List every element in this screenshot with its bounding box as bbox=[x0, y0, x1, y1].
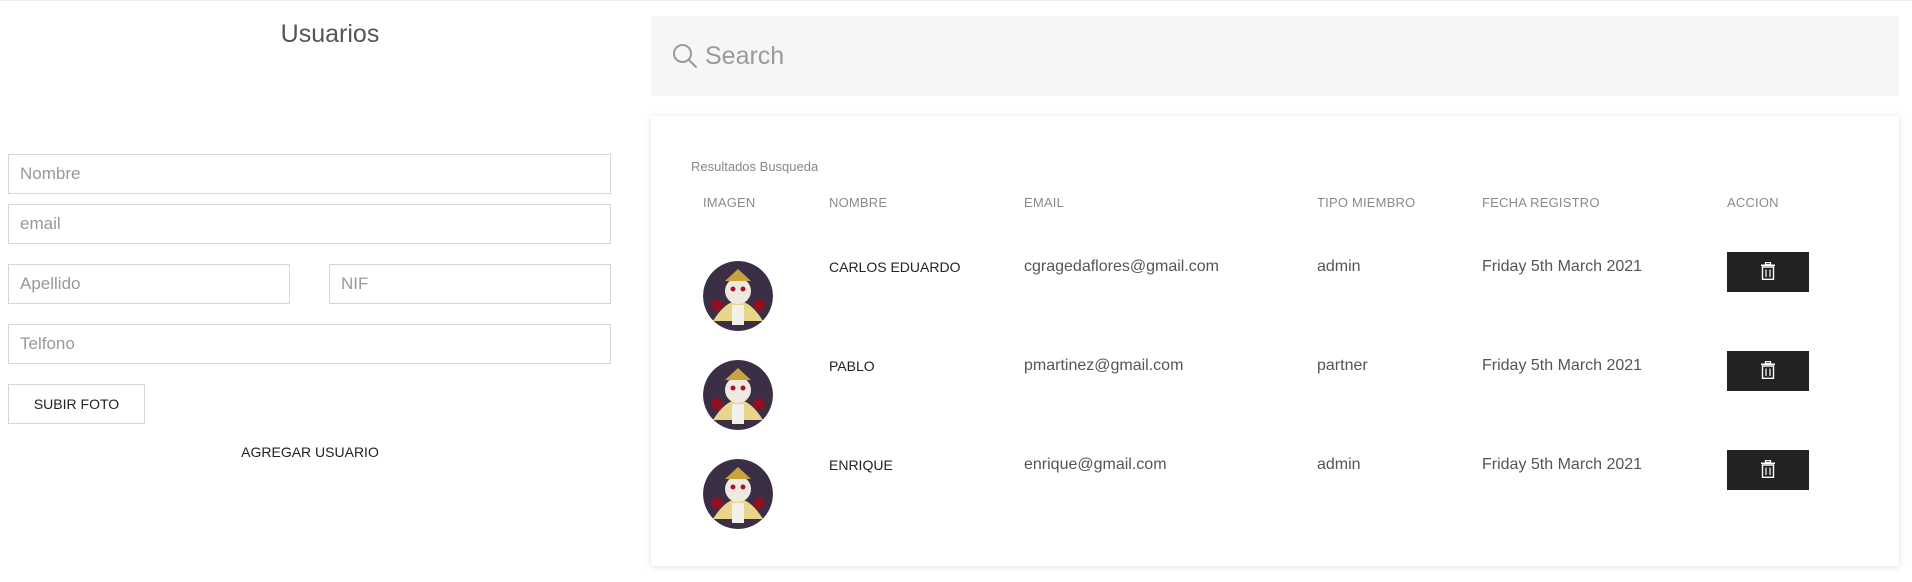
row-tipo: admin bbox=[1317, 258, 1361, 275]
search-bar bbox=[651, 16, 1899, 96]
delete-button[interactable] bbox=[1727, 351, 1809, 391]
row-tipo: admin bbox=[1317, 456, 1361, 473]
row-nombre: CARLOS EDUARDO bbox=[829, 259, 961, 275]
avatar bbox=[703, 459, 773, 529]
row-fecha: Friday 5th March 2021 bbox=[1482, 357, 1643, 374]
header-tipo-miembro: TIPO MIEMBRO bbox=[1317, 195, 1416, 210]
delete-button[interactable] bbox=[1727, 450, 1809, 490]
nif-field[interactable] bbox=[329, 264, 611, 304]
row-fecha: Friday 5th March 2021 bbox=[1482, 258, 1643, 275]
email-field[interactable] bbox=[8, 204, 611, 244]
add-user-button[interactable]: AGREGAR USUARIO bbox=[210, 438, 410, 466]
row-email: enrique@gmail.com bbox=[1024, 456, 1167, 473]
telefono-field[interactable] bbox=[8, 324, 611, 364]
header-accion: ACCION bbox=[1727, 195, 1779, 210]
search-input[interactable] bbox=[705, 34, 1855, 78]
row-fecha: Friday 5th March 2021 bbox=[1482, 456, 1643, 473]
header-imagen: IMAGEN bbox=[703, 195, 756, 210]
avatar bbox=[703, 360, 773, 430]
top-divider bbox=[0, 0, 1912, 1]
table-row: CARLOS EDUARDO cgragedaflores@gmail.com … bbox=[651, 245, 1899, 344]
search-icon bbox=[671, 42, 699, 70]
results-card: Resultados Busqueda IMAGEN NOMBRE EMAIL … bbox=[651, 116, 1899, 566]
page-title: Usuarios bbox=[280, 20, 380, 48]
table-row: PABLO pmartinez@gmail.com partner Friday… bbox=[651, 344, 1899, 443]
trash-icon bbox=[1760, 360, 1776, 382]
trash-icon bbox=[1760, 459, 1776, 481]
row-nombre: ENRIQUE bbox=[829, 457, 893, 473]
results-caption: Resultados Busqueda bbox=[691, 159, 819, 174]
nombre-field[interactable] bbox=[8, 154, 611, 194]
row-tipo: partner bbox=[1317, 357, 1368, 374]
row-nombre: PABLO bbox=[829, 358, 875, 374]
trash-icon bbox=[1760, 261, 1776, 283]
header-fecha-registro: FECHA REGISTRO bbox=[1482, 195, 1600, 210]
upload-photo-button[interactable]: SUBIR FOTO bbox=[8, 384, 145, 424]
apellido-field[interactable] bbox=[8, 264, 290, 304]
header-email: EMAIL bbox=[1024, 195, 1065, 210]
avatar bbox=[703, 261, 773, 331]
delete-button[interactable] bbox=[1727, 252, 1809, 292]
row-email: cgragedaflores@gmail.com bbox=[1024, 258, 1219, 275]
row-email: pmartinez@gmail.com bbox=[1024, 357, 1184, 374]
table-row: ENRIQUE enrique@gmail.com admin Friday 5… bbox=[651, 443, 1899, 542]
header-nombre: NOMBRE bbox=[829, 195, 888, 210]
